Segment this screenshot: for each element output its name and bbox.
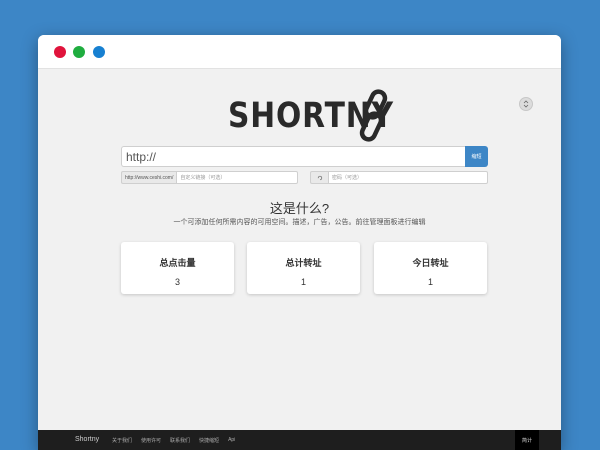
url-input[interactable] [121,146,465,167]
custom-alias-group: http://www.ceshi.com/ [121,171,298,184]
window-titlebar [38,35,561,69]
footer-brand-link[interactable]: Shortny [75,436,99,443]
password-group [310,171,488,184]
about-title: 这是什么? [269,201,330,216]
window-close-button[interactable] [54,46,66,58]
lock-icon [317,175,322,180]
window-maximize-button[interactable] [93,46,105,58]
footer-link-bookmarklet[interactable]: 快捷缩短 [199,437,219,444]
stat-value: 3 [174,277,180,287]
footer-link-terms[interactable]: 使用许可 [141,437,161,444]
language-button[interactable]: 简计 [515,430,539,450]
about-description: 一个可添加任何所需内容的可用空间。描述，广告，公告。前往管理面板进行编辑 [173,219,426,226]
shorten-form: 缩短 [121,146,488,167]
domain-prefix: http://www.ceshi.com/ [121,171,177,184]
footer-link-contact[interactable]: 联系我们 [170,437,190,444]
settings-toggle-button[interactable] [519,97,533,111]
stat-value: 1 [427,277,433,287]
site-logo[interactable]: SHORTNY [228,88,394,144]
footer-nav: 关于我们 使用许可 联系我们 快捷缩短 Api [112,437,235,444]
stat-value: 1 [300,277,306,287]
stat-label: 今日转址 [412,258,449,268]
shorten-button[interactable]: 缩短 [465,146,488,167]
stat-label: 总计转址 [285,258,322,268]
password-input[interactable] [328,171,488,184]
site-footer: Shortny 关于我们 使用许可 联系我们 快捷缩短 Api 简计 [38,430,561,450]
stat-label: 总点击量 [159,258,196,268]
browser-window: SHORTNY 缩短 http://www.ceshi.com/ 这是什么? 一… [38,35,561,450]
window-minimize-button[interactable] [73,46,85,58]
logo-text: SHORTNY [228,95,394,136]
password-addon [310,171,328,184]
stat-card-total-urls: 总计转址 1 [247,242,360,294]
custom-alias-input[interactable] [176,171,298,184]
footer-link-api[interactable]: Api [228,437,235,444]
stat-card-today-urls: 今日转址 1 [374,242,487,294]
stat-card-total-clicks: 总点击量 3 [121,242,234,294]
footer-link-about[interactable]: 关于我们 [112,437,132,444]
settings-toggle-icon [523,100,529,108]
